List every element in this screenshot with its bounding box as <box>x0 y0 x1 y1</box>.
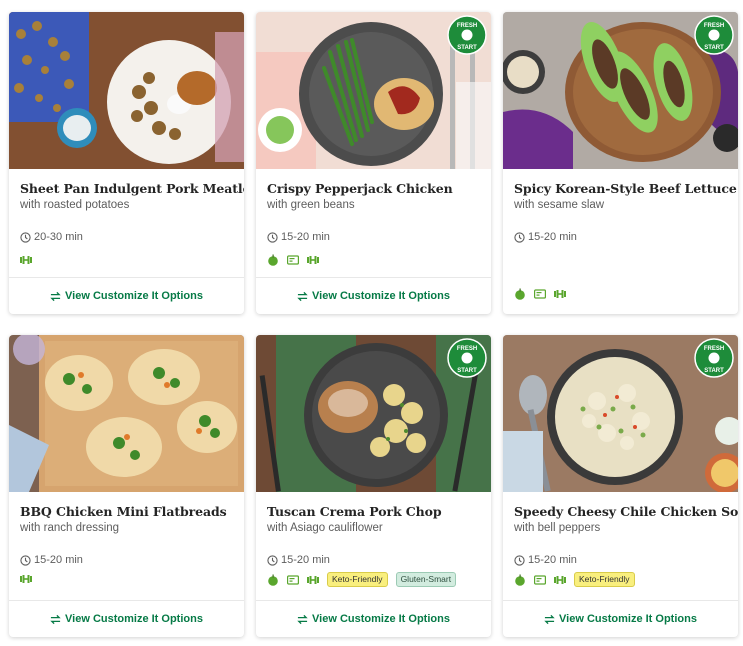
recipe-info: Sheet Pan Indulgent Pork Meatloaf with r… <box>20 169 244 243</box>
recipe-title[interactable]: Crispy Pepperjack Chicken <box>267 181 483 196</box>
badge-text-bottom: START <box>704 368 724 374</box>
badge-text-bottom: START <box>704 45 724 51</box>
customize-options-link[interactable]: View Customize It Options <box>503 601 738 637</box>
badge-text-bottom: START <box>457 368 477 374</box>
calorie-card-icon <box>534 574 546 586</box>
recipe-info: Spicy Korean-Style Beef Lettuce Cups wit… <box>514 169 738 243</box>
cook-time-text: 20-30 min <box>34 231 83 243</box>
recipe-card-5[interactable]: FRESH START Tuscan Crema Pork Chop with … <box>256 335 491 637</box>
protein-icon <box>554 574 566 586</box>
calorie-card-icon <box>287 574 299 586</box>
protein-icon <box>307 574 319 586</box>
calorie-card-icon <box>287 254 299 266</box>
fresh-start-badge: FRESH START <box>447 15 487 55</box>
recipe-title[interactable]: Speedy Cheesy Chile Chicken Soup <box>514 504 738 519</box>
recipe-photo: FRESH START <box>256 335 491 492</box>
recipe-card-6[interactable]: FRESH START Speedy Cheesy Chile Chicken … <box>503 335 738 637</box>
recipe-photo <box>9 12 244 169</box>
protein-icon <box>20 254 32 266</box>
swap-icon <box>544 614 555 624</box>
cook-time-text: 15-20 min <box>34 554 83 566</box>
recipe-card-1[interactable]: Sheet Pan Indulgent Pork Meatloaf with r… <box>9 12 244 314</box>
swap-icon <box>50 291 61 301</box>
apple-icon <box>267 254 279 266</box>
recipe-subtitle: with sesame slaw <box>514 199 605 211</box>
apple-icon <box>514 574 526 586</box>
clock-icon <box>267 231 278 243</box>
customize-options-label: View Customize It Options <box>312 290 450 302</box>
recipe-info: Speedy Cheesy Chile Chicken Soup with be… <box>514 492 738 566</box>
diet-icons <box>514 288 566 300</box>
recipe-photo: FRESH START <box>503 335 738 492</box>
diet-icons <box>267 254 319 266</box>
swap-icon <box>297 291 308 301</box>
recipe-title[interactable]: Tuscan Crema Pork Chop <box>267 504 483 519</box>
recipe-card-2[interactable]: FRESH START Crispy Pepperjack Chicken wi… <box>256 12 491 314</box>
recipe-card-3[interactable]: FRESH START Spicy Korean-Style Beef Lett… <box>503 12 738 314</box>
recipe-photo <box>9 335 244 492</box>
badge-text-bottom: START <box>457 45 477 51</box>
customize-options-label: View Customize It Options <box>65 290 203 302</box>
recipe-title[interactable]: BBQ Chicken Mini Flatbreads <box>20 504 236 519</box>
cook-time: 15-20 min <box>514 554 577 566</box>
cook-time: 15-20 min <box>267 231 330 243</box>
recipe-subtitle: with Asiago cauliflower <box>267 522 383 534</box>
recipe-info: Tuscan Crema Pork Chop with Asiago cauli… <box>267 492 483 566</box>
recipe-title[interactable]: Spicy Korean-Style Beef Lettuce Cups <box>514 181 738 196</box>
clock-icon <box>20 231 31 243</box>
cook-time-text: 15-20 min <box>528 231 577 243</box>
apple-icon <box>514 288 526 300</box>
cook-time: 15-20 min <box>514 231 577 243</box>
customize-options-label: View Customize It Options <box>559 613 697 625</box>
diet-icons <box>20 254 32 266</box>
fresh-start-badge: FRESH START <box>694 338 734 378</box>
recipe-info: Crispy Pepperjack Chicken with green bea… <box>267 169 483 243</box>
customize-options-link[interactable]: View Customize It Options <box>256 278 491 314</box>
diet-icons: Keto-Friendly Gluten-Smart <box>267 572 457 587</box>
recipe-photo: FRESH START <box>503 12 738 169</box>
customize-options-link[interactable]: View Customize It Options <box>9 601 244 637</box>
clock-icon <box>514 554 525 566</box>
protein-icon <box>20 573 32 585</box>
recipe-grid: Sheet Pan Indulgent Pork Meatloaf with r… <box>0 0 743 646</box>
apple-icon <box>267 574 279 586</box>
fresh-start-badge: FRESH START <box>694 15 734 55</box>
clock-icon <box>267 554 278 566</box>
recipe-subtitle: with bell peppers <box>514 522 601 534</box>
badge-text-top: FRESH <box>457 346 477 352</box>
customize-options-label: View Customize It Options <box>312 613 450 625</box>
cook-time: 20-30 min <box>20 231 83 243</box>
protein-icon <box>307 254 319 266</box>
recipe-subtitle: with ranch dressing <box>20 522 120 534</box>
swap-icon <box>297 614 308 624</box>
badge-text-top: FRESH <box>457 23 477 29</box>
customize-options-link[interactable]: View Customize It Options <box>9 278 244 314</box>
clock-icon <box>20 554 31 566</box>
cook-time: 15-20 min <box>20 554 83 566</box>
recipe-subtitle: with roasted potatoes <box>20 199 130 211</box>
cook-time: 15-20 min <box>267 554 330 566</box>
badge-text-top: FRESH <box>704 23 724 29</box>
keto-friendly-tag: Keto-Friendly <box>327 572 388 587</box>
gluten-smart-tag: Gluten-Smart <box>395 572 457 587</box>
protein-icon <box>554 288 566 300</box>
diet-icons: Keto-Friendly <box>514 572 635 587</box>
recipe-info: BBQ Chicken Mini Flatbreads with ranch d… <box>20 492 236 566</box>
customize-options-label: View Customize It Options <box>65 613 203 625</box>
recipe-subtitle: with green beans <box>267 199 355 211</box>
fresh-start-badge: FRESH START <box>447 338 487 378</box>
keto-friendly-tag: Keto-Friendly <box>574 572 635 587</box>
cook-time-text: 15-20 min <box>528 554 577 566</box>
recipe-card-4[interactable]: BBQ Chicken Mini Flatbreads with ranch d… <box>9 335 244 637</box>
cook-time-text: 15-20 min <box>281 554 330 566</box>
badge-text-top: FRESH <box>704 346 724 352</box>
diet-icons <box>20 573 32 585</box>
calorie-card-icon <box>534 288 546 300</box>
swap-icon <box>50 614 61 624</box>
cook-time-text: 15-20 min <box>281 231 330 243</box>
clock-icon <box>514 231 525 243</box>
customize-options-link[interactable]: View Customize It Options <box>256 601 491 637</box>
recipe-photo: FRESH START <box>256 12 491 169</box>
recipe-title[interactable]: Sheet Pan Indulgent Pork Meatloaf <box>20 181 244 196</box>
